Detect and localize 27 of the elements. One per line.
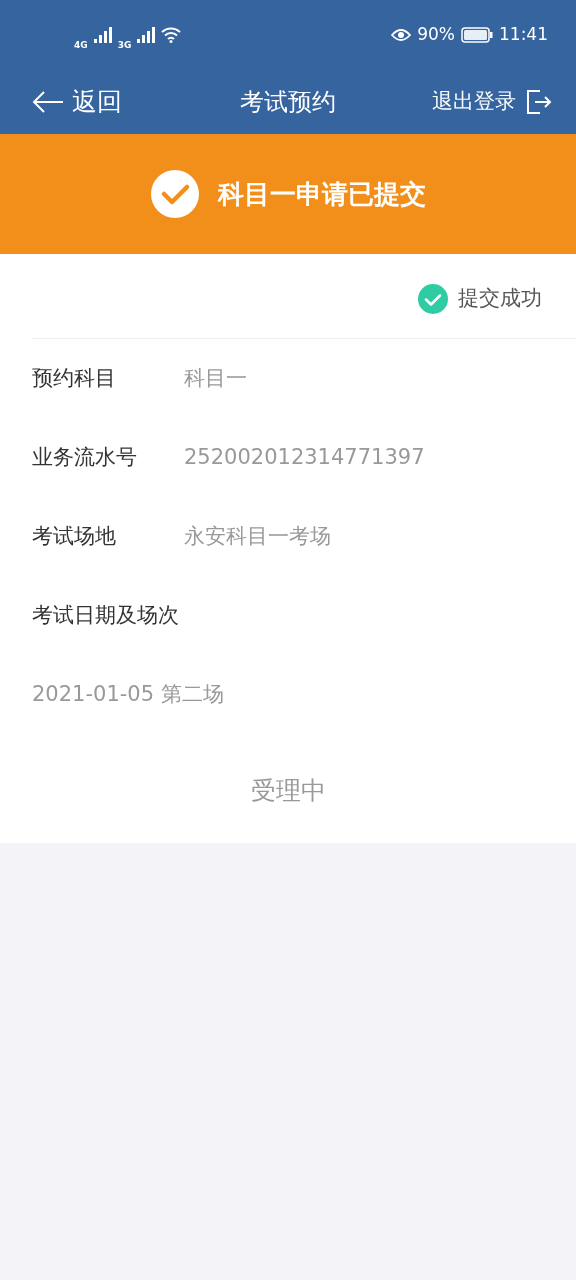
check-circle-icon	[418, 284, 448, 314]
signal-icon	[137, 27, 156, 43]
eye-icon	[391, 28, 412, 42]
battery-icon	[461, 27, 493, 43]
field-value: 科目一	[184, 364, 247, 392]
field-value: 永安科目一考场	[184, 522, 331, 550]
wifi-icon	[161, 27, 182, 43]
field-label: 考试场地	[32, 522, 117, 550]
processing-status: 受理中	[250, 775, 326, 807]
field-label: 业务流水号	[32, 443, 138, 471]
clock-time: 11:41	[499, 23, 548, 47]
battery-percent: 90%	[417, 23, 455, 47]
field-label: 考试日期及场次	[32, 601, 179, 629]
back-arrow-icon	[32, 90, 64, 114]
page-title: 考试预约	[240, 87, 336, 118]
banner-message: 科目一申请已提交	[218, 177, 426, 211]
submit-status: 提交成功	[458, 285, 542, 313]
logout-button[interactable]: 退出登录	[432, 86, 552, 118]
field-value: 2021-01-05 第二场	[32, 680, 224, 708]
signal-icon	[93, 27, 112, 43]
back-button[interactable]: 返回	[32, 83, 122, 121]
network-label: 3G	[117, 39, 132, 53]
field-value: 252002012314771397	[184, 443, 425, 471]
network-label: 4G	[74, 39, 88, 53]
field-label: 预约科目	[32, 364, 117, 392]
check-circle-icon	[150, 169, 200, 219]
logout-icon	[526, 89, 552, 115]
